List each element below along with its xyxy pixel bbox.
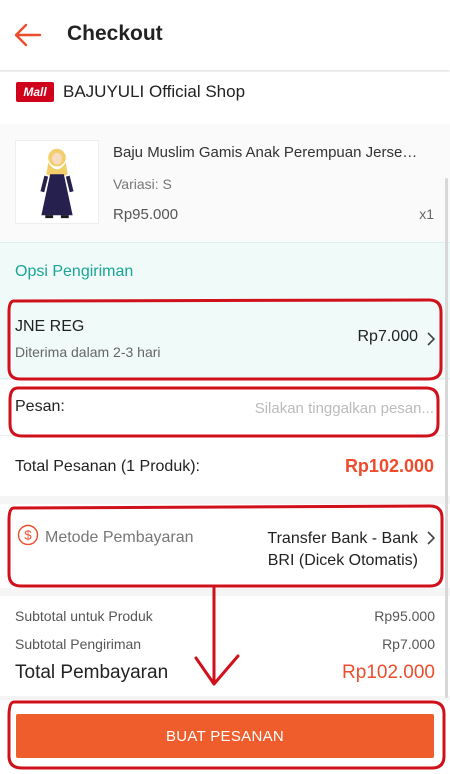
delivery-estimate: Diterima dalam 2-3 hari	[15, 344, 161, 360]
back-arrow-icon[interactable]	[14, 22, 42, 48]
app-bar: Checkout	[0, 0, 450, 70]
svg-text:$: $	[24, 528, 32, 543]
shop-row: Mall BAJUYULI Official Shop	[0, 72, 450, 124]
courier-name: JNE REG	[15, 318, 85, 335]
product-name: Baju Muslim Gamis Anak Perempuan Jerse…	[113, 144, 418, 161]
message-input[interactable]	[150, 394, 434, 422]
product-image	[15, 140, 99, 224]
payment-method-value-line1: Transfer Bank - Bank	[267, 530, 418, 547]
product-item: Baju Muslim Gamis Anak Perempuan Jerse… …	[0, 124, 450, 242]
product-variant: Variasi: S	[113, 176, 172, 192]
chevron-right-icon	[427, 531, 436, 545]
grand-total-value: Rp102.000	[342, 662, 435, 683]
footer-bar: BUAT PESANAN	[0, 700, 450, 774]
page-title: Checkout	[67, 22, 163, 45]
payment-summary: Subtotal untuk Produk Rp95.000 Subtotal …	[0, 596, 450, 696]
order-total-value: Rp102.000	[344, 456, 434, 476]
subtotal-shipping-value: Rp7.000	[382, 636, 435, 652]
payment-method-label: Metode Pembayaran	[45, 529, 194, 546]
subtotal-shipping-label: Subtotal Pengiriman	[15, 636, 142, 652]
payment-method-value-line2: BRI (Dicek Otomatis)	[267, 552, 418, 569]
order-total-row: Total Pesanan (1 Produk): Rp102.000	[0, 436, 450, 496]
order-total-label: Total Pesanan (1 Produk):	[15, 458, 200, 475]
payment-method-row[interactable]: $ Metode Pembayaran Transfer Bank - Bank…	[0, 504, 450, 588]
shipping-option[interactable]: JNE REG Diterima dalam 2-3 hari Rp7.000	[0, 298, 450, 378]
mall-badge: Mall	[16, 82, 54, 102]
shipping-price: Rp7.000	[357, 328, 419, 345]
message-row: Pesan:	[0, 380, 450, 436]
product-price: Rp95.000	[113, 206, 179, 223]
subtotal-product-value: Rp95.000	[374, 608, 435, 624]
shipping-section: Opsi Pengiriman JNE REG Diterima dalam 2…	[0, 242, 450, 379]
shop-name: BAJUYULI Official Shop	[63, 82, 246, 101]
subtotal-product-label: Subtotal untuk Produk	[15, 608, 153, 624]
dollar-circle-icon: $	[17, 524, 39, 546]
shipping-header: Opsi Pengiriman	[15, 263, 134, 280]
product-figure-icon	[40, 148, 74, 219]
grand-total-label: Total Pembayaran	[15, 662, 169, 683]
chevron-right-icon	[427, 332, 436, 346]
product-quantity: x1	[419, 206, 434, 222]
place-order-button[interactable]: BUAT PESANAN	[16, 714, 434, 758]
scrollbar[interactable]	[445, 178, 448, 698]
payment-method-value: Transfer Bank - Bank BRI (Dicek Otomatis…	[218, 528, 418, 572]
message-label: Pesan:	[15, 398, 65, 415]
